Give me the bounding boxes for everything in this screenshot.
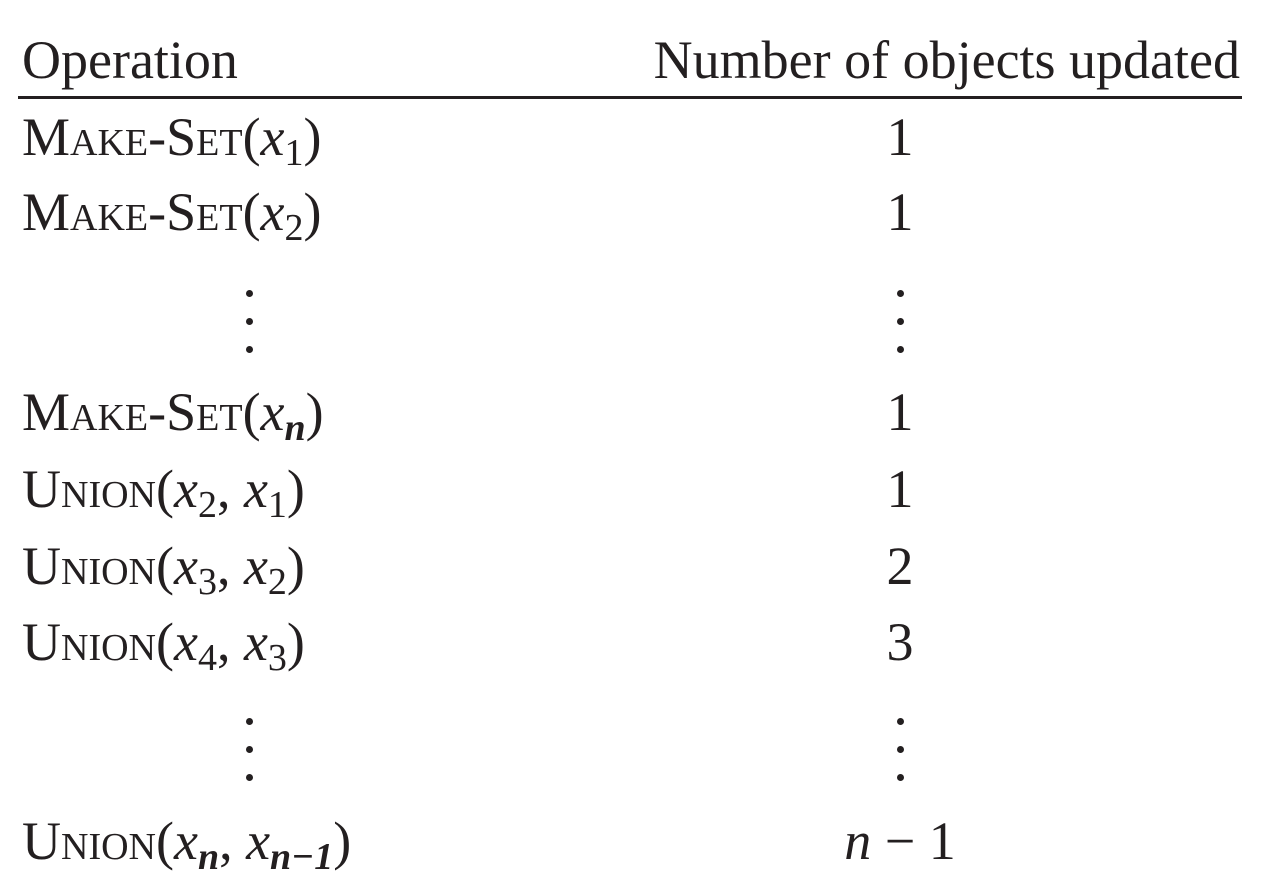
paren: ) — [286, 459, 305, 519]
comma: , — [216, 459, 244, 519]
operation-cell: Make-Set(xn) — [22, 377, 324, 447]
arg-sub: n — [197, 836, 220, 878]
arg-var: x — [260, 107, 285, 167]
arg-var: x — [246, 811, 271, 871]
count-cell: 1 — [886, 182, 914, 242]
arg-sub: 2 — [197, 484, 217, 526]
table-row: Make-Set(xn) 1 — [0, 377, 1266, 447]
paren: ) — [303, 182, 322, 242]
paren: ) — [286, 612, 305, 672]
vertical-ellipsis — [897, 718, 907, 802]
table-row: Make-Set(x2) 1 — [0, 177, 1266, 247]
op-name: Union — [22, 536, 156, 596]
arg-var: x — [243, 612, 268, 672]
arg-var: x — [173, 612, 198, 672]
paren: ( — [155, 612, 174, 672]
paren: ( — [155, 459, 174, 519]
comma: , — [216, 536, 244, 596]
operation-cell: Union(x2, x1) — [22, 454, 305, 524]
paren: ) — [303, 107, 322, 167]
paren: ( — [242, 382, 261, 442]
header-count: Number of objects updated — [653, 30, 1240, 90]
op-name: Union — [22, 612, 156, 672]
count-cell: 1 — [886, 459, 914, 519]
count-cell: 2 — [886, 536, 914, 596]
op-name: Union — [22, 459, 156, 519]
operation-cell: Union(x3, x2) — [22, 531, 305, 601]
paren: ( — [242, 182, 261, 242]
count-cell: 3 — [886, 612, 914, 672]
count-cell: 1 — [886, 107, 914, 167]
op-name: Make-Set — [22, 382, 243, 442]
arg-sub: n−1 — [270, 836, 334, 878]
table-row: Union(xn, xn−1) n − 1 — [0, 806, 1266, 876]
table-row: Make-Set(x1) 1 — [0, 102, 1266, 172]
operation-cell: Make-Set(x2) — [22, 177, 322, 247]
header-rule — [18, 96, 1242, 99]
vertical-ellipsis — [246, 290, 256, 374]
paren: ( — [155, 536, 174, 596]
paren: ) — [305, 382, 324, 442]
paren: ( — [242, 107, 261, 167]
paren: ( — [155, 811, 174, 871]
vertical-ellipsis — [897, 290, 907, 374]
comma: , — [216, 612, 244, 672]
operation-cell: Make-Set(x1) — [22, 102, 322, 172]
arg-sub: 2 — [267, 561, 287, 603]
arg-sub: 4 — [197, 637, 217, 679]
arg-var: x — [243, 459, 268, 519]
count-cell: n − 1 — [800, 806, 1000, 876]
arg-sub: 2 — [284, 207, 304, 249]
operation-cell: Union(x4, x3) — [22, 607, 305, 677]
arg-var: x — [260, 182, 285, 242]
arg-var: x — [260, 382, 285, 442]
count-cell: 1 — [886, 382, 914, 442]
arg-var: x — [173, 536, 198, 596]
count-rest: − 1 — [871, 811, 956, 871]
arg-sub: 3 — [267, 637, 287, 679]
arg-sub: 1 — [267, 484, 287, 526]
paren: ) — [333, 811, 352, 871]
op-name: Make-Set — [22, 182, 243, 242]
vertical-ellipsis — [246, 718, 256, 802]
table-row: Union(x2, x1) 1 — [0, 454, 1266, 524]
comma: , — [219, 811, 247, 871]
table-row: Union(x3, x2) 2 — [0, 531, 1266, 601]
op-name: Union — [22, 811, 156, 871]
header-operation: Operation — [22, 30, 238, 90]
paren: ) — [286, 536, 305, 596]
operation-cell: Union(xn, xn−1) — [22, 806, 351, 876]
arg-sub: n — [284, 407, 306, 449]
arg-var: x — [173, 459, 198, 519]
arg-sub: 3 — [197, 561, 217, 603]
arg-var: x — [173, 811, 198, 871]
arg-sub: 1 — [284, 132, 304, 174]
arg-var: x — [243, 536, 268, 596]
count-var: n — [844, 811, 872, 871]
table-row: Union(x4, x3) 3 — [0, 607, 1266, 677]
op-name: Make-Set — [22, 107, 243, 167]
